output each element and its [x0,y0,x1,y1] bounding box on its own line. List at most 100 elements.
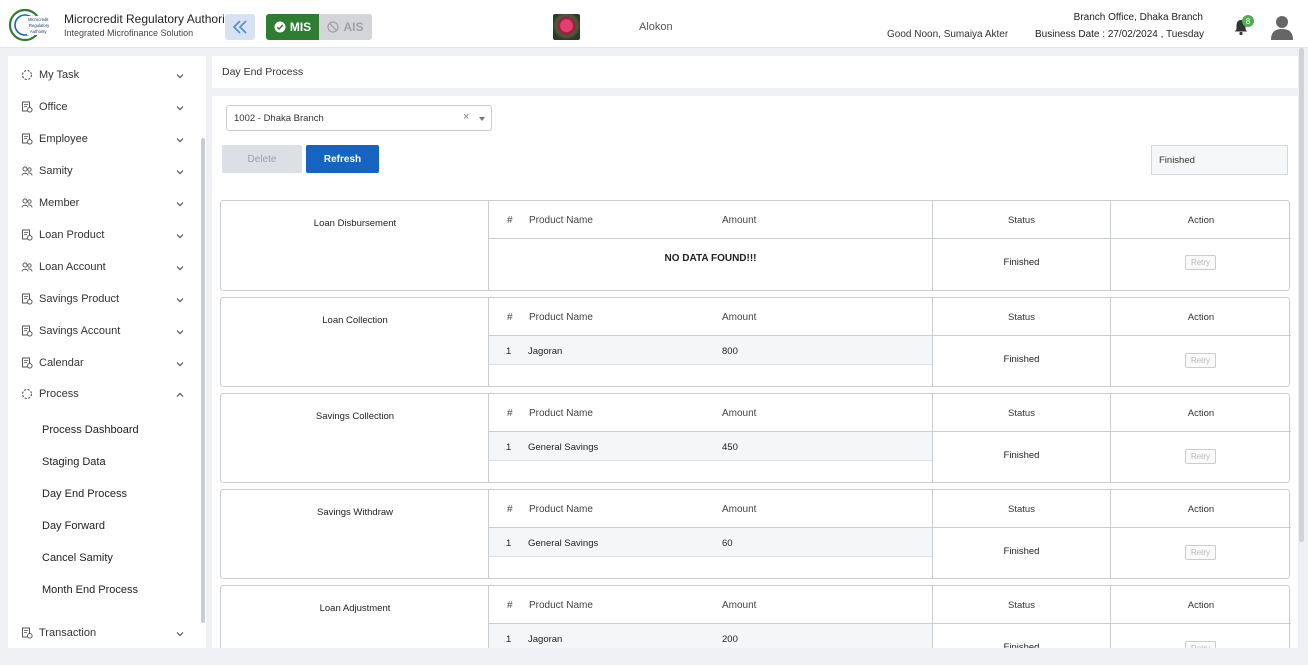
col-status-header: Status [1008,600,1035,611]
mis-mode-button[interactable]: MIS [266,14,319,40]
sidebar-item-office[interactable]: Office [8,93,198,121]
ais-mode-button[interactable]: AIS [319,14,372,40]
svg-text:Authority: Authority [30,29,47,34]
users-icon [20,196,34,210]
status-value: Finished [1003,354,1040,365]
action-header-row: Action [1111,201,1291,239]
delete-button[interactable]: Delete [222,145,302,173]
product-table: # Product Name Amount NO DATA FOUND!!! [489,201,933,290]
sidebar-item-calendar[interactable]: Calendar [8,349,198,377]
retry-button[interactable]: Retry [1185,545,1216,560]
process-title: Loan Adjustment [319,603,391,614]
row-amount: 200 [722,634,738,645]
sidebar-subitem-day-end-process[interactable]: Day End Process [42,488,127,500]
product-header-row: # Product Name Amount [489,490,932,528]
check-circle-icon [274,21,286,33]
svg-text:Microcredit: Microcredit [28,17,49,22]
status-column: Status Finished [933,490,1111,578]
col-status-header: Status [1008,408,1035,419]
top-header: Microcredit Regulatory Authority Microcr… [0,0,1308,48]
col-amount-header: Amount [722,408,757,419]
retry-button[interactable]: Retry [1185,353,1216,368]
sidebar-subitem-staging-data[interactable]: Staging Data [42,456,106,468]
sidebar-subitem-month-end-process[interactable]: Month End Process [42,584,138,596]
product-header-row: # Product Name Amount [489,394,932,432]
retry-button[interactable]: Retry [1185,449,1216,464]
sidebar-item-label: Transaction [39,627,97,639]
sidebar-subitem-process-dashboard[interactable]: Process Dashboard [42,424,139,436]
sidebar-item-label: Savings Account [39,325,121,337]
breadcrumb: Day End Process [212,56,1298,88]
sidebar-item-samity[interactable]: Samity [8,157,198,185]
col-product-header: Product Name [529,600,593,611]
action-column: Action Retry [1111,586,1291,648]
status-header-row: Status [933,394,1110,432]
process-block-loan-adjustment: Loan Adjustment # Product Name Amount 1 Jagor… [220,585,1291,648]
process-title-cell: Savings Collection [221,394,489,482]
col-product-header: Product Name [529,408,593,419]
sidebar-item-transaction[interactable]: Transaction [8,619,198,647]
chevron-up-icon [175,389,185,399]
product-header-row: # Product Name Amount [489,298,932,336]
sidebar-item-member[interactable]: Member [8,189,198,217]
sidebar: My Task Office Employee Samity Member Loan Pr… [8,56,206,648]
status-column: Status Finished [933,394,1111,482]
sidebar-item-label: Employee [39,133,88,145]
process-block-savings-withdraw: Savings Withdraw # Product Name Amount 1 Gene… [220,489,1291,579]
product-table: # Product Name Amount 1 General Savings 450 [489,394,933,482]
chevron-down-icon [175,358,185,368]
doc-gear-icon [20,100,34,114]
status-header-row: Status [933,586,1110,624]
status-value: Finished [1003,642,1040,648]
doc-gear-icon [20,228,34,242]
refresh-button[interactable]: Refresh [306,145,379,173]
row-amount: 450 [722,442,738,453]
col-action-header: Action [1187,312,1215,323]
action-column: Action Retry [1111,201,1291,290]
dropdown-arrow-icon[interactable] [479,117,485,121]
col-status-header: Status [1008,312,1035,323]
sidebar-subitem-day-forward[interactable]: Day Forward [42,520,105,532]
branch-select[interactable]: 1002 - Dhaka Branch × [226,105,492,131]
sidebar-item-label: Office [39,101,68,113]
clear-icon[interactable]: × [463,111,469,123]
doc-gear-icon [20,132,34,146]
chevron-down-icon [175,230,185,240]
main-scrollbar[interactable] [1299,48,1304,542]
ais-label: AIS [343,20,364,34]
chevron-down-icon [175,70,185,80]
sidebar-item-label: Loan Product [39,229,105,241]
table-row: 1 Jagoran 800 [489,336,932,365]
sidebar-item-label: Calendar [39,357,84,369]
status-value: Finished [1003,546,1040,557]
action-header-row: Action [1111,586,1291,624]
sidebar-item-loan-product[interactable]: Loan Product [8,221,198,249]
product-header-row: # Product Name Amount [489,201,932,239]
doc-gear-icon [20,292,34,306]
circle-dashed-icon [20,68,34,82]
sidebar-subitem-cancel-samity[interactable]: Cancel Samity [42,552,113,564]
row-num: 1 [506,538,512,549]
svg-text:Regulatory: Regulatory [29,23,50,28]
row-product: General Savings [528,538,599,549]
process-title-cell: Loan Disbursement [221,201,489,290]
col-amount-header: Amount [722,312,757,323]
mra-logo: Microcredit Regulatory Authority [8,8,57,42]
status-header-row: Status [933,298,1110,336]
sidebar-scrollbar[interactable] [201,138,205,623]
sidebar-item-employee[interactable]: Employee [8,125,198,153]
sidebar-item-savings-product[interactable]: Savings Product [8,285,198,313]
user-greeting: Good Noon, Sumaiya Akter [887,29,1009,40]
row-product: Jagoran [528,634,563,645]
collapse-sidebar-button[interactable] [225,14,255,40]
retry-button[interactable]: Retry [1185,641,1216,648]
chevron-down-icon [175,262,185,272]
user-avatar-icon[interactable] [1270,14,1294,40]
sidebar-item-loan-account[interactable]: Loan Account [8,253,198,281]
sidebar-item-my-task[interactable]: My Task [8,61,198,89]
sidebar-item-savings-account[interactable]: Savings Account [8,317,198,345]
col-num-header: # [507,504,513,515]
mode-switch: MIS AIS [266,14,372,40]
retry-button[interactable]: Retry [1185,255,1216,270]
sidebar-item-process[interactable]: Process [8,380,198,408]
